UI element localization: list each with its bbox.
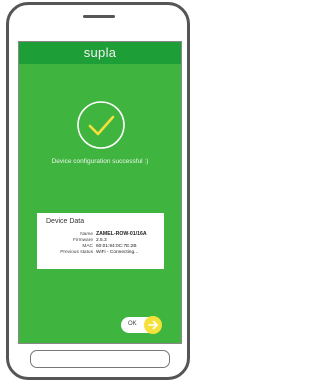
device-row-value: WiFi - Connecting... bbox=[96, 249, 139, 255]
device-row-value: 2.5.3 bbox=[96, 237, 107, 243]
phone-frame: supla Device configuration successful :)… bbox=[6, 2, 190, 380]
arrow-right-icon[interactable] bbox=[144, 316, 162, 334]
check-icon bbox=[77, 101, 125, 149]
device-data-rows: Name ZAMEL-ROW-01/16A Firmware 2.5.3 MAC… bbox=[37, 231, 164, 255]
device-row-value: 60:01:94:0C:7E:2B bbox=[96, 243, 137, 249]
ok-button[interactable]: OK bbox=[121, 316, 162, 334]
device-row-value: ZAMEL-ROW-01/16A bbox=[96, 231, 147, 237]
ok-label: OK bbox=[128, 321, 137, 327]
device-row-label: Previous status bbox=[60, 249, 93, 255]
device-row-label: MAC bbox=[82, 243, 93, 249]
home-button[interactable] bbox=[30, 350, 170, 368]
device-data-title: Device Data bbox=[46, 218, 85, 225]
app-title: supla bbox=[83, 45, 117, 60]
success-message: Device configuration successful :) bbox=[51, 158, 149, 165]
top-bar: supla bbox=[19, 42, 181, 64]
app-screen: supla Device configuration successful :)… bbox=[18, 41, 182, 344]
device-row-name: Name ZAMEL-ROW-01/16A bbox=[37, 231, 164, 237]
device-row-label: Name bbox=[80, 231, 93, 237]
device-row-previous-status: Previous status WiFi - Connecting... bbox=[37, 249, 164, 255]
device-data-card: Device Data Name ZAMEL-ROW-01/16A Firmwa… bbox=[37, 213, 164, 269]
phone-speaker bbox=[83, 15, 115, 18]
device-row-label: Firmware bbox=[73, 237, 93, 243]
